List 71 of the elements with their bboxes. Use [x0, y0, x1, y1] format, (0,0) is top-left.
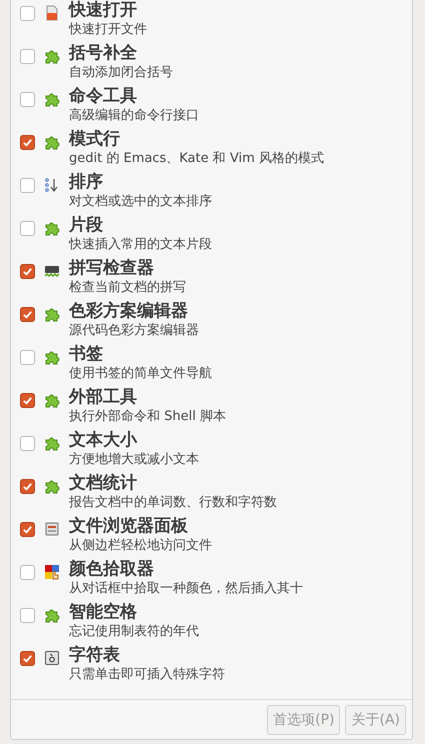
puzzle-icon	[44, 478, 60, 494]
plugin-description: 快速插入常用的文本片段	[69, 236, 212, 254]
checkmark-icon	[22, 266, 33, 277]
document-icon	[44, 5, 60, 21]
plugin-name: 括号补全	[69, 43, 137, 64]
checkbox[interactable]	[20, 436, 35, 451]
checkbox[interactable]	[20, 49, 35, 64]
plugin-name: 快速打开	[69, 0, 137, 21]
puzzle-icon	[44, 220, 60, 236]
plugin-description: 对文档或选中的文本排序	[69, 193, 212, 211]
checkbox[interactable]	[20, 135, 35, 150]
plugin-description: 源代码色彩方案编辑器	[69, 322, 199, 340]
plugin-name: 色彩方案编辑器	[69, 301, 188, 322]
plugin-description: gedit 的 Emacs、Kate 和 Vim 风格的模式	[69, 150, 324, 168]
checkbox[interactable]	[20, 393, 35, 408]
checkbox[interactable]	[20, 565, 35, 580]
checkbox[interactable]	[20, 264, 35, 279]
plugin-description: 执行外部命令和 Shell 脚本	[69, 408, 226, 426]
file-cabinet-icon	[44, 521, 60, 537]
puzzle-icon	[44, 306, 60, 322]
plugin-description: 从对话框中拾取一种颜色，然后插入其十	[69, 580, 303, 598]
puzzle-icon	[44, 349, 60, 365]
checkbox[interactable]	[20, 522, 35, 537]
plugin-name: 文档统计	[69, 473, 137, 494]
checkbox[interactable]	[20, 6, 35, 21]
puzzle-icon	[44, 48, 60, 64]
plugin-description: 自动添加闭合括号	[69, 64, 173, 82]
puzzle-icon	[44, 91, 60, 107]
checkbox[interactable]	[20, 92, 35, 107]
plugin-name: 拼写检查器	[69, 258, 154, 279]
puzzle-icon	[44, 134, 60, 150]
plugin-name: 文本大小	[69, 430, 137, 451]
puzzle-icon	[44, 435, 60, 451]
plugin-name: 颜色拾取器	[69, 559, 154, 580]
plugin-name: 智能空格	[69, 602, 137, 623]
plugin-name: 排序	[69, 172, 103, 193]
plugin-description: 报告文档中的单词数、行数和字符数	[69, 494, 277, 512]
character-icon	[44, 650, 60, 666]
color-picker-icon	[44, 564, 60, 580]
checkbox[interactable]	[20, 350, 35, 365]
checkbox[interactable]	[20, 608, 35, 623]
checkmark-icon	[22, 309, 33, 320]
checkbox[interactable]	[20, 307, 35, 322]
plugin-name: 模式行	[69, 129, 120, 150]
plugin-description: 忘记使用制表符的年代	[69, 623, 199, 641]
checkbox[interactable]	[20, 479, 35, 494]
checkmark-icon	[22, 524, 33, 535]
plugin-description: 从侧边栏轻松地访问文件	[69, 537, 212, 555]
plugin-description: 方便地增大或减小文本	[69, 451, 199, 469]
checkmark-icon	[22, 481, 33, 492]
checkmark-icon	[22, 137, 33, 148]
puzzle-icon	[44, 392, 60, 408]
plugin-name: 外部工具	[69, 387, 137, 408]
plugin-description: 检查当前文档的拼写	[69, 279, 186, 297]
plugin-description: 快速打开文件	[69, 21, 147, 39]
plugin-description: 高级编辑的命令行接口	[69, 107, 199, 125]
plugin-name: 书签	[69, 344, 103, 365]
spellcheck-icon	[44, 263, 60, 279]
checkmark-icon	[22, 653, 33, 664]
checkmark-icon	[22, 395, 33, 406]
checkbox[interactable]	[20, 221, 35, 236]
puzzle-icon	[44, 607, 60, 623]
checkbox[interactable]	[20, 651, 35, 666]
plugin-name: 片段	[69, 215, 103, 236]
plugin-name: 字符表	[69, 645, 120, 666]
plugin-name: 文件浏览器面板	[69, 516, 188, 537]
plugin-name: 命令工具	[69, 86, 137, 107]
plugin-description: 使用书签的简单文件导航	[69, 365, 212, 383]
sort-icon	[44, 177, 60, 193]
checkbox[interactable]	[20, 178, 35, 193]
plugin-description: 只需单击即可插入特殊字符	[69, 666, 225, 684]
